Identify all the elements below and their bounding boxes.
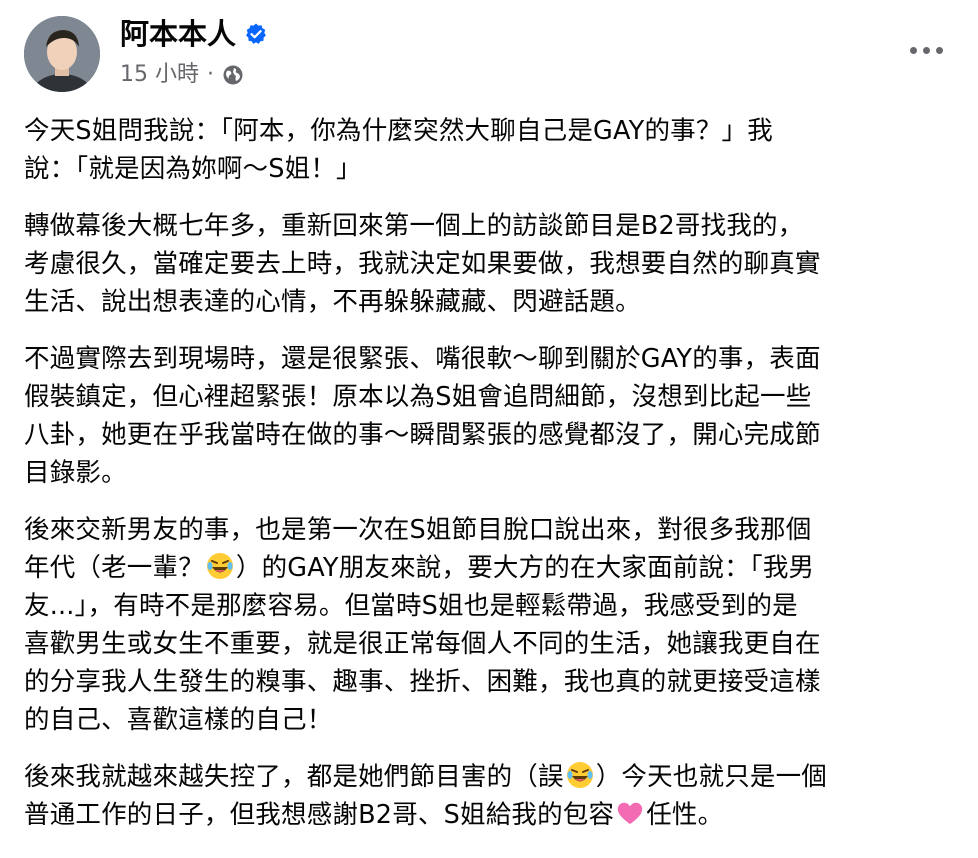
text-line: 的分享我人生發生的糗事、趣事、挫折、困難，我也真的就更接受這樣 bbox=[24, 667, 821, 697]
post-body: 今天S姐問我說：「阿本，你為什麼突然大聊自己是GAY的事？」我 說：「就是因為妳… bbox=[24, 112, 960, 853]
text-line: 轉做幕後大概七年多，重新回來第一個上的訪談節目是B2哥找我的， bbox=[24, 211, 804, 241]
text-line: 八卦，她更在乎我當時在做的事～瞬間緊張的感覺都沒了，開心完成節 bbox=[24, 420, 821, 450]
text-line: 後來我就越來越失控了，都是她們節目害的（誤 bbox=[24, 762, 564, 792]
more-options-button[interactable] bbox=[898, 30, 954, 70]
profile-photo bbox=[24, 16, 100, 92]
author-name[interactable]: 阿本本人 bbox=[120, 14, 236, 54]
post-timestamp[interactable]: 15 小時 bbox=[120, 60, 199, 90]
text-line: 友...」，有時不是那麼容易。但當時S姐也是輕鬆帶過，我感受到的是 bbox=[24, 591, 798, 621]
meta-separator: · bbox=[207, 62, 214, 87]
globe-icon[interactable] bbox=[222, 64, 244, 86]
text-line: ）今天也就只是一個 bbox=[595, 762, 828, 792]
text-line: 喜歡男生或女生不重要，就是很正常每個人不同的生活，她讓我更自在 bbox=[24, 629, 821, 659]
text-line: ）的GAY朋友來說，要大方的在大家面前說：「我男 bbox=[235, 553, 815, 583]
text-line: 考慮很久，當確定要去上時，我就決定如果要做，我想要自然的聊真實 bbox=[24, 249, 821, 279]
rolling-on-floor-laughing-emoji-icon bbox=[206, 552, 234, 580]
verified-badge-icon bbox=[244, 22, 268, 46]
text-line: 不過實際去到現場時，還是很緊張、嘴很軟～聊到關於GAY的事，表面 bbox=[24, 344, 821, 374]
dot-icon bbox=[909, 46, 917, 54]
paragraph-3: 不過實際去到現場時，還是很緊張、嘴很軟～聊到關於GAY的事，表面 假裝鎮定，但心… bbox=[24, 340, 960, 492]
text-line: 普通工作的日子，但我想感謝B2哥、S姐給我的包容 bbox=[24, 800, 615, 830]
paragraph-5: 後來我就越來越失控了，都是她們節目害的（誤 ）今天也就只是一個 普通工作的日子，但… bbox=[24, 758, 960, 834]
pink-heart-emoji-icon bbox=[616, 799, 644, 827]
rolling-on-floor-laughing-emoji-icon bbox=[566, 761, 594, 789]
paragraph-4: 後來交新男友的事，也是第一次在S姐節目脫口說出來，對很多我那個 年代（老一輩？ ）… bbox=[24, 511, 960, 739]
paragraph-1: 今天S姐問我說：「阿本，你為什麼突然大聊自己是GAY的事？」我 說：「就是因為妳… bbox=[24, 112, 960, 188]
text-line: 假裝鎮定，但心裡超緊張！原本以為S姐會追問細節，沒想到比起一些 bbox=[24, 382, 812, 412]
avatar[interactable] bbox=[24, 16, 100, 92]
text-line: 今天S姐問我說：「阿本，你為什麼突然大聊自己是GAY的事？」我 bbox=[24, 116, 773, 146]
dot-icon bbox=[922, 46, 930, 54]
post-meta: 15 小時 · bbox=[120, 60, 244, 90]
facebook-post: 阿本本人 15 小時 · 今天S姐問我說：「阿本，你為什麼突然大聊自己是GAY的… bbox=[0, 0, 978, 858]
text-line: 後來交新男友的事，也是第一次在S姐節目脫口說出來，對很多我那個 bbox=[24, 515, 812, 545]
text-line: 目錄影。 bbox=[24, 458, 127, 488]
text-line: 生活、說出想表達的心情，不再躲躲藏藏、閃避話題。 bbox=[24, 287, 641, 317]
author-row: 阿本本人 bbox=[120, 14, 268, 54]
paragraph-2: 轉做幕後大概七年多，重新回來第一個上的訪談節目是B2哥找我的， 考慮很久，當確定… bbox=[24, 207, 960, 321]
dot-icon bbox=[935, 46, 943, 54]
text-line: 的自己、喜歡這樣的自己！ bbox=[24, 705, 333, 735]
text-line: 說：「就是因為妳啊～S姐！」 bbox=[24, 154, 362, 184]
text-line: 年代（老一輩？ bbox=[24, 553, 204, 583]
text-line: 任性。 bbox=[646, 800, 724, 830]
